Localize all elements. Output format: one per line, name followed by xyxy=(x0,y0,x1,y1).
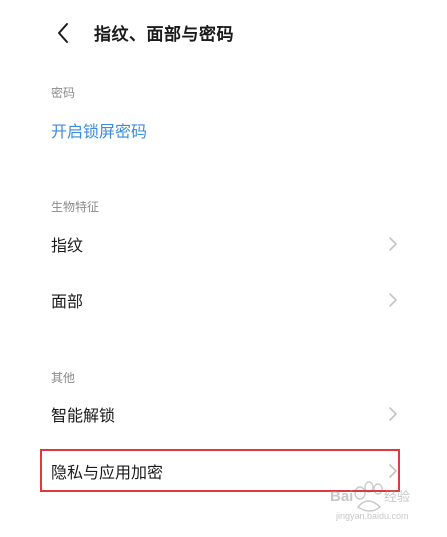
chevron-right-icon xyxy=(389,407,397,421)
chevron-right-icon xyxy=(389,293,397,307)
chevron-right-icon xyxy=(389,464,397,478)
chevron-right-icon xyxy=(389,237,397,251)
section-label-other: 其他 xyxy=(51,371,76,385)
watermark-url: jingyan.baidu.com xyxy=(335,511,409,521)
chevron-left-icon xyxy=(58,23,68,43)
privacy-app-encryption-label: 隐私与应用加密 xyxy=(51,463,164,482)
fingerprint-row[interactable]: 指纹 xyxy=(40,218,406,270)
section-label-biometrics: 生物特征 xyxy=(51,200,100,214)
section-label-password: 密码 xyxy=(51,86,76,100)
fingerprint-label: 指纹 xyxy=(51,236,84,255)
face-label: 面部 xyxy=(51,292,84,311)
privacy-app-encryption-row[interactable]: 隐私与应用加密 xyxy=(40,445,406,497)
smart-unlock-label: 智能解锁 xyxy=(51,406,116,425)
enable-lockscreen-password-row[interactable]: 开启锁屏密码 xyxy=(40,104,406,156)
enable-lockscreen-password-label: 开启锁屏密码 xyxy=(51,122,148,141)
top-bar: 指纹、面部与密码 xyxy=(0,0,447,64)
page-title: 指纹、面部与密码 xyxy=(94,25,234,45)
back-button[interactable] xyxy=(48,18,78,48)
smart-unlock-row[interactable]: 智能解锁 xyxy=(40,388,406,440)
face-row[interactable]: 面部 xyxy=(40,274,406,326)
